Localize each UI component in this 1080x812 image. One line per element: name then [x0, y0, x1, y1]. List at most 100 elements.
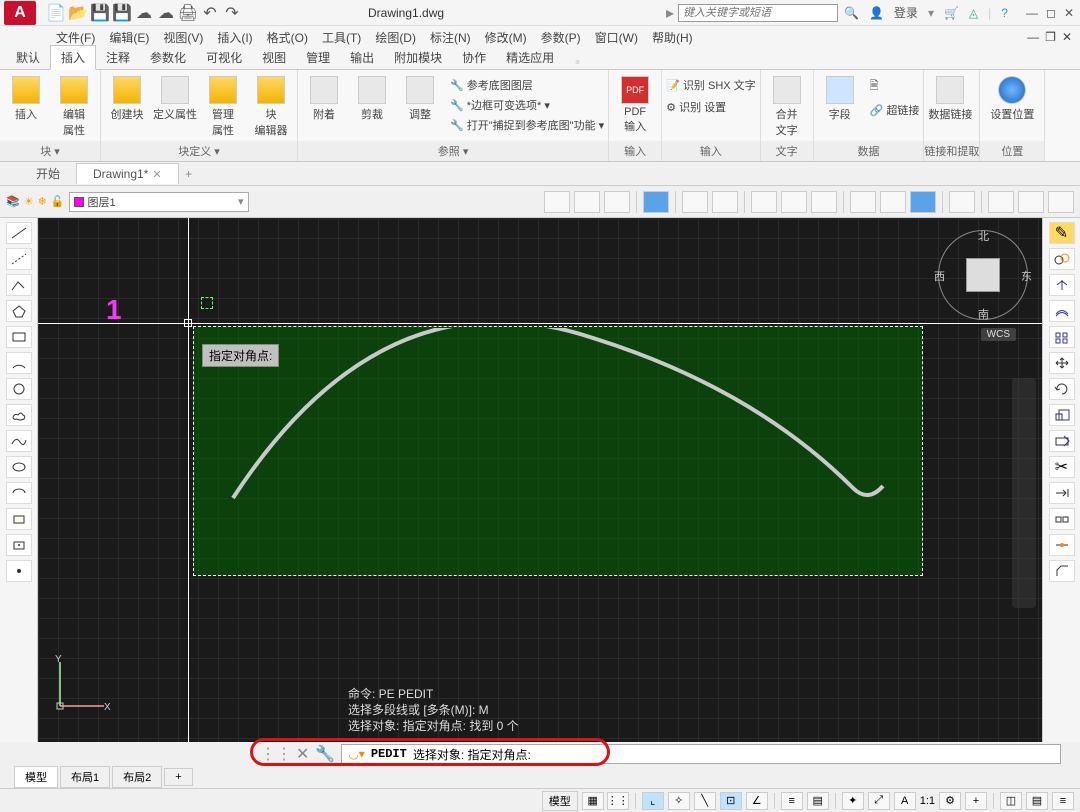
- polygon-tool[interactable]: [6, 300, 32, 322]
- doc-restore-icon[interactable]: ❐: [1045, 30, 1056, 44]
- login-dropdown-icon[interactable]: ▾: [928, 6, 934, 20]
- manage-attr-button[interactable]: 管理 属性: [201, 76, 245, 138]
- extend-tool[interactable]: [1049, 482, 1075, 504]
- frames-link[interactable]: 🔧 *边框可变选项* ▾: [450, 96, 604, 114]
- tb-new-icon[interactable]: [988, 191, 1014, 213]
- tb-tag-icon[interactable]: [811, 191, 837, 213]
- app-logo[interactable]: A: [4, 1, 36, 25]
- menu-file[interactable]: 文件(F): [56, 29, 95, 46]
- revcloud-tool[interactable]: [6, 404, 32, 426]
- lwt-toggle[interactable]: ≡: [781, 792, 803, 810]
- otrack-toggle[interactable]: ∠: [746, 792, 768, 810]
- save-icon[interactable]: 💾: [92, 5, 108, 21]
- rotate-tool[interactable]: [1049, 378, 1075, 400]
- open-icon[interactable]: 📂: [70, 5, 86, 21]
- recognize-shx-link[interactable]: 📝 识别 SHX 文字: [666, 76, 756, 94]
- menu-help[interactable]: 帮助(H): [652, 29, 693, 46]
- menu-edit[interactable]: 编辑(E): [109, 29, 149, 46]
- customize-icon[interactable]: ▤: [1026, 792, 1048, 810]
- layer-sun-icon[interactable]: ☀: [24, 195, 34, 208]
- tab-output[interactable]: 输出: [340, 46, 384, 69]
- trim-tool[interactable]: ✂: [1049, 456, 1075, 478]
- tab-insert[interactable]: 插入: [50, 45, 96, 70]
- mirror-tool[interactable]: [1049, 274, 1075, 296]
- drawing-canvas[interactable]: 1 指定对角点: Y X 命令: PE PEDIT 选择多段线或 [多条(M)]…: [38, 218, 1042, 742]
- web-save-icon[interactable]: ☁: [158, 5, 174, 21]
- sc-toggle[interactable]: ⤢: [868, 792, 890, 810]
- maximize-icon[interactable]: ◻: [1046, 6, 1056, 20]
- qp-toggle[interactable]: ✦: [842, 792, 864, 810]
- plus-icon[interactable]: +: [965, 792, 987, 810]
- menu-view[interactable]: 视图(V): [163, 29, 203, 46]
- tab-box-icon[interactable]: ▫️: [570, 55, 585, 69]
- move-tool[interactable]: [1049, 352, 1075, 374]
- layer-lock-icon[interactable]: 🔓: [51, 195, 65, 208]
- tab-param[interactable]: 参数化: [140, 46, 196, 69]
- menu-dim[interactable]: 标注(N): [430, 29, 471, 46]
- circle-tool[interactable]: [6, 378, 32, 400]
- saveas-icon[interactable]: 💾: [114, 5, 130, 21]
- datalink-button[interactable]: 数据链接: [928, 76, 972, 122]
- tb-hatch-icon[interactable]: [682, 191, 708, 213]
- scale-tool[interactable]: [1049, 404, 1075, 426]
- block-editor-button[interactable]: 块 编辑器: [249, 76, 293, 138]
- anno-toggle[interactable]: A: [894, 792, 916, 810]
- tb-layer2-icon[interactable]: [574, 191, 600, 213]
- doc-minimize-icon[interactable]: —: [1027, 30, 1039, 44]
- layer-freeze-icon[interactable]: ❄: [38, 195, 47, 208]
- help-icon[interactable]: ?: [1001, 6, 1008, 20]
- plot-icon[interactable]: 🖨: [180, 5, 196, 21]
- offset-tool[interactable]: [1049, 300, 1075, 322]
- doc-close-icon[interactable]: ✕: [1062, 30, 1072, 44]
- iso-view-icon[interactable]: ◫: [1000, 792, 1022, 810]
- user-icon[interactable]: 👤: [869, 6, 884, 20]
- tab-visual[interactable]: 可视化: [196, 46, 252, 69]
- tab-manage[interactable]: 管理: [296, 46, 340, 69]
- polar-toggle[interactable]: ✧: [668, 792, 690, 810]
- spline-tool[interactable]: [6, 430, 32, 452]
- join-tool[interactable]: [1049, 534, 1075, 556]
- menu-draw[interactable]: 绘图(D): [375, 29, 416, 46]
- layer-props-icon[interactable]: 📚: [6, 195, 20, 208]
- tab-view[interactable]: 视图: [252, 46, 296, 69]
- menu-window[interactable]: 窗口(W): [595, 29, 638, 46]
- tpy-toggle[interactable]: ▤: [807, 792, 829, 810]
- pdf-import-button[interactable]: PDFPDF 输入: [613, 76, 657, 134]
- minimize-icon[interactable]: —: [1026, 6, 1038, 20]
- ellipse-tool[interactable]: [6, 456, 32, 478]
- underlay-layers-link[interactable]: 🔧 参考底图图层: [450, 76, 604, 94]
- tb-break-icon[interactable]: [781, 191, 807, 213]
- arc-tool[interactable]: [6, 352, 32, 374]
- tb-win1-icon[interactable]: [850, 191, 876, 213]
- tb-arc-icon[interactable]: [751, 191, 777, 213]
- layer-dropdown[interactable]: 图层1 ▾: [69, 192, 249, 212]
- tb-brush-icon[interactable]: [949, 191, 975, 213]
- block-tool[interactable]: [6, 534, 32, 556]
- tab-default[interactable]: 默认: [6, 46, 50, 69]
- tb-win2-icon[interactable]: [880, 191, 906, 213]
- cmd-history-icon[interactable]: ◡▾: [348, 747, 365, 761]
- menu-insert[interactable]: 插入(I): [217, 29, 252, 46]
- ray-tool[interactable]: [6, 248, 32, 270]
- tab-featured[interactable]: 精选应用: [496, 46, 564, 69]
- pencil-tool[interactable]: ✎: [1049, 222, 1075, 244]
- hyperlink-link[interactable]: 🔗 超链接: [870, 101, 920, 119]
- point-tool[interactable]: [6, 560, 32, 582]
- recognize-settings-link[interactable]: ⚙ 识别 设置: [666, 98, 756, 116]
- tb-std-icon[interactable]: [1048, 191, 1074, 213]
- undo-icon[interactable]: ↶: [202, 5, 218, 21]
- tb-open-icon[interactable]: [1018, 191, 1044, 213]
- define-attr-button[interactable]: 定义属性: [153, 76, 197, 122]
- line-tool[interactable]: [6, 222, 32, 244]
- search-input[interactable]: [678, 4, 838, 22]
- ellipse-arc-tool[interactable]: [6, 482, 32, 504]
- panel-blockdef-title[interactable]: 块定义 ▾: [101, 141, 297, 161]
- field-button[interactable]: 字段: [818, 76, 862, 122]
- array-tool[interactable]: [1049, 326, 1075, 348]
- tb-layer3-icon[interactable]: [604, 191, 630, 213]
- menu-icon[interactable]: ≡: [1052, 792, 1074, 810]
- tab-model[interactable]: 模型: [14, 766, 58, 788]
- panel-block-title[interactable]: 块 ▾: [0, 141, 100, 161]
- tb-dim-icon[interactable]: [712, 191, 738, 213]
- insert-tool[interactable]: [6, 508, 32, 530]
